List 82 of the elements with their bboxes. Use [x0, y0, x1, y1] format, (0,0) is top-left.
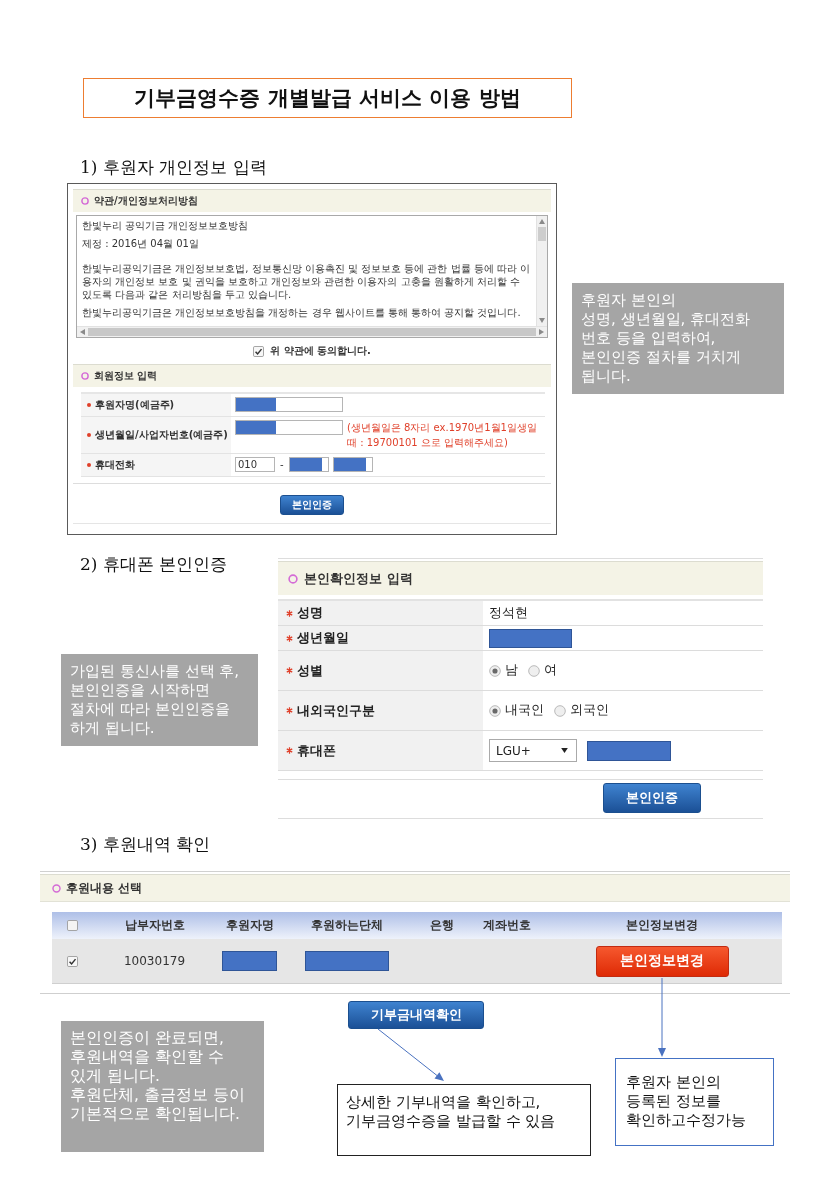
asterisk-icon: [286, 634, 293, 642]
radio-label: 남: [505, 662, 518, 679]
page-title: 기부금영수증 개별발급 서비스 이용 방법: [83, 78, 572, 118]
caret-right-icon[interactable]: [539, 329, 544, 335]
asterisk-icon: [286, 609, 293, 617]
ring-icon: [52, 883, 61, 893]
info-note: 본인인증이 완료되면, 후원내역을 확인할 수 있게 됩니다. 후원단체, 출금정보 등이 기본적으로 확인됩니다.: [61, 1021, 264, 1152]
checkbox-label: 위 약관에 동의합니다.: [270, 344, 371, 358]
checkbox[interactable]: [66, 955, 78, 967]
column-header: 후원자명: [225, 917, 274, 934]
step-heading: 2) 휴대폰 본인인증: [80, 553, 228, 575]
ring-icon: [81, 197, 89, 205]
radio-button[interactable]: [489, 664, 501, 677]
column-header: 계좌번호: [483, 917, 531, 934]
radio-label: 여: [544, 662, 557, 679]
callout-box: 상세한 기부내역을 확인하고, 기부금영수증을 발급할 수 있음: [337, 1084, 591, 1156]
field-label: 생년월일/사업자번호(예금주): [95, 428, 228, 442]
asterisk-icon: [286, 667, 293, 674]
caret-down-icon: [561, 748, 568, 753]
column-header: 은행: [430, 917, 454, 934]
bullet-icon: [87, 463, 91, 467]
bullet-icon: [87, 403, 91, 407]
terms-textarea[interactable]: [76, 215, 548, 338]
table-row[interactable]: 10030179 본인정보변경: [52, 939, 782, 984]
info-note: 가입된 통신사를 선택 후, 본인인증을 시작하면 절차에 따라 본인인증을 하게 됩니다.: [61, 654, 258, 746]
table-cell: 10030179: [123, 954, 186, 968]
field-label: 휴대폰: [297, 741, 336, 760]
radio-button[interactable]: [554, 704, 566, 717]
field-label: 성별: [297, 661, 323, 680]
field-value: 정석현: [489, 604, 528, 622]
field-label: 내외국인구분: [297, 701, 375, 720]
section-title: 본인확인정보 입력: [304, 569, 413, 588]
edit-info-button[interactable]: 본인정보변경: [595, 945, 729, 977]
caret-down-icon[interactable]: [539, 318, 545, 323]
terms-paragraph: 한빛누리공익기금은 개인정보보호방침을 개정하는 경우 웹사이트를 통해 통하여 공지할 것입니다.: [82, 306, 522, 319]
asterisk-icon: [286, 747, 293, 754]
ring-icon: [288, 573, 298, 584]
radio-button[interactable]: [489, 704, 501, 717]
asterisk-icon: [286, 707, 293, 714]
step-heading: 1) 후원자 개인정보 입력: [80, 156, 267, 178]
section-title: 후원내용 선택: [66, 879, 143, 897]
carrier-select[interactable]: LGU+: [489, 739, 577, 762]
verify-button[interactable]: 본인인증: [280, 495, 344, 515]
field-label: 성명: [297, 604, 323, 622]
input-hint: (생년월일은 8자리 ex.1970년1월1일생일때 : 19700101 으로 입력해주세요): [347, 421, 538, 450]
redacted-value: [221, 951, 278, 971]
horizontal-scrollbar[interactable]: [77, 326, 547, 337]
text-field[interactable]: [235, 420, 343, 435]
verify-button[interactable]: 본인인증: [603, 783, 701, 813]
field-label: 휴대전화: [95, 458, 135, 472]
column-header: 본인정보변경: [626, 917, 698, 934]
scrollbar-thumb[interactable]: [538, 227, 546, 241]
caret-left-icon[interactable]: [80, 329, 85, 335]
checkbox[interactable]: [66, 920, 78, 931]
text-field[interactable]: 010: [235, 457, 275, 472]
info-note: 후원자 본인의 성명, 생년월일, 휴대전화 번호 등을 입력하여, 본인인증 절차를 거치게 됩니다.: [572, 283, 784, 394]
text-field[interactable]: [332, 457, 373, 472]
callout-box: 후원자 본인의 등록된 정보를 확인하고수정가능: [615, 1058, 774, 1146]
terms-paragraph: 한빛누리공익기금은 개인정보보호법, 정보통신망 이용촉진 및 정보보호 등에 관한 법률 등에 따라 이용자의 개인정보 보호 및 권익을 보호하고 개인정보와 관련한 이용자의 고충을 원활하게 처리할 수 있도록 다음과 같은 처리방침을 두고 있습니다.: [82, 262, 531, 301]
section-title: 약관/개인정보처리방침: [94, 194, 198, 208]
vertical-scrollbar[interactable]: [536, 216, 547, 326]
ring-icon: [81, 372, 89, 380]
column-header: 후원하는단체: [311, 917, 383, 934]
terms-paragraph: 제정 : 2016년 04월 01일: [82, 237, 200, 250]
text-field[interactable]: [235, 397, 343, 412]
donation-history-button[interactable]: 기부금내역확인: [348, 1001, 484, 1029]
pointer-arrow: [377, 1028, 444, 1081]
scrollbar-thumb[interactable]: [88, 328, 536, 336]
checkbox[interactable]: [253, 345, 265, 357]
terms-paragraph: 한빛누리 공익기금 개인정보보호방침: [82, 219, 250, 232]
radio-label: 외국인: [570, 702, 609, 719]
field-label: 생년월일: [297, 629, 349, 647]
radio-label: 내국인: [505, 702, 544, 719]
caret-up-icon[interactable]: [539, 219, 545, 224]
field-label: 후원자명(예금주): [95, 398, 175, 412]
bullet-icon: [87, 433, 91, 437]
text-field[interactable]: [288, 457, 329, 472]
radio-button[interactable]: [528, 664, 540, 677]
step-heading: 3) 후원내역 확인: [80, 833, 211, 855]
section-title: 회원정보 입력: [94, 369, 158, 383]
column-header: 납부자번호: [124, 917, 185, 934]
separator-text: -: [280, 458, 284, 472]
